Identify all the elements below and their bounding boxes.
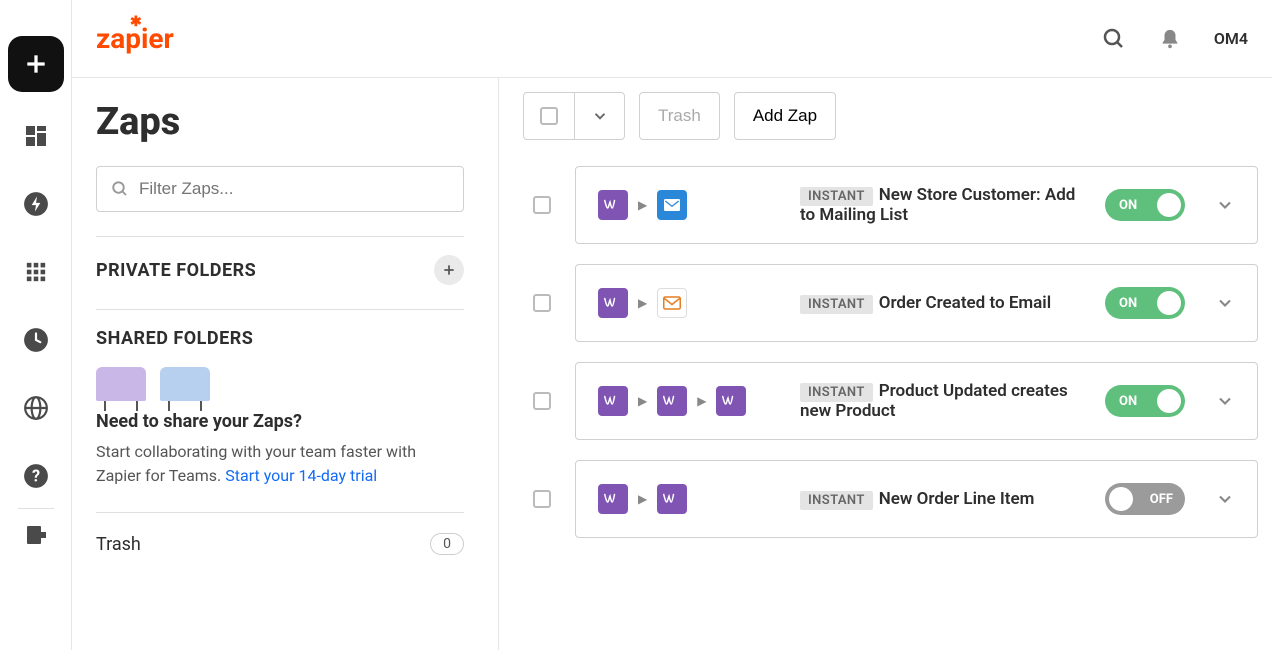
zap-title: INSTANTProduct Updated creates new Produ… xyxy=(800,381,1093,421)
filter-input[interactable] xyxy=(139,179,449,199)
zap-toggle[interactable]: OFF xyxy=(1105,483,1185,515)
toolbar: Trash Add Zap xyxy=(523,92,1258,140)
history-icon[interactable] xyxy=(22,326,50,354)
expand-button[interactable] xyxy=(1215,293,1235,313)
main-content: Trash Add Zap ▶ INSTANTNew Store Customer… xyxy=(499,78,1272,650)
app-chain: ▶ xyxy=(598,484,788,514)
app-icon xyxy=(598,190,628,220)
trash-label: Trash xyxy=(96,534,430,555)
shared-cta-title: Need to share your Zaps? xyxy=(96,411,464,432)
zap-row: ▶▶INSTANTProduct Updated creates new Pro… xyxy=(523,362,1258,440)
trash-count: 0 xyxy=(430,533,464,555)
app-icon xyxy=(657,484,687,514)
apps-icon[interactable] xyxy=(22,258,50,286)
zap-card[interactable]: ▶ INSTANT New Order Line Item OFF xyxy=(575,460,1258,538)
app-chain: ▶ xyxy=(598,288,788,318)
add-folder-button[interactable] xyxy=(434,255,464,285)
trash-row[interactable]: Trash 0 xyxy=(96,533,464,555)
zap-card[interactable]: ▶ INSTANT Order Created to Email ON xyxy=(575,264,1258,342)
shared-illustration xyxy=(96,367,464,401)
zap-row: ▶ INSTANT New Order Line Item OFF xyxy=(523,460,1258,538)
zap-toggle[interactable]: ON xyxy=(1105,385,1185,417)
expand-button[interactable] xyxy=(1215,195,1235,215)
private-folders-heading: PRIVATE FOLDERS xyxy=(96,260,434,281)
zap-title: INSTANT New Order Line Item xyxy=(800,489,1093,509)
instant-badge: INSTANT xyxy=(800,383,873,402)
expand-button[interactable] xyxy=(1215,489,1235,509)
search-button[interactable] xyxy=(1094,19,1134,59)
trash-button[interactable]: Trash xyxy=(639,92,720,140)
app-icon xyxy=(657,288,687,318)
zap-list: ▶ INSTANTNew Store Customer: Add to Maili… xyxy=(523,166,1258,538)
zap-row: ▶ INSTANT Order Created to Email ON xyxy=(523,264,1258,342)
notifications-button[interactable] xyxy=(1150,19,1190,59)
zap-title: INSTANT Order Created to Email xyxy=(800,293,1093,313)
search-icon xyxy=(111,180,129,198)
zap-name: New Order Line Item xyxy=(879,489,1035,509)
arrow-icon: ▶ xyxy=(638,492,647,506)
filter-input-wrapper[interactable] xyxy=(96,166,464,212)
app-icon xyxy=(598,288,628,318)
create-button[interactable] xyxy=(8,36,64,92)
arrow-icon: ▶ xyxy=(638,296,647,310)
logo[interactable]: ✱ zapier xyxy=(96,22,174,55)
start-trial-link[interactable]: Start your 14-day trial xyxy=(225,466,377,485)
zap-row: ▶ INSTANTNew Store Customer: Add to Maili… xyxy=(523,166,1258,244)
expand-button[interactable] xyxy=(1215,391,1235,411)
instant-badge: INSTANT xyxy=(800,187,873,206)
app-icon xyxy=(657,190,687,220)
select-dropdown[interactable] xyxy=(574,93,624,139)
arrow-icon: ▶ xyxy=(697,394,706,408)
user-menu[interactable]: OM4 xyxy=(1214,29,1248,48)
app-icon xyxy=(598,386,628,416)
zap-toggle[interactable]: ON xyxy=(1105,189,1185,221)
zap-checkbox[interactable] xyxy=(533,196,551,214)
app-chain: ▶ xyxy=(598,190,788,220)
explore-icon[interactable] xyxy=(22,394,50,422)
zaps-icon[interactable] xyxy=(22,190,50,218)
zap-toggle[interactable]: ON xyxy=(1105,287,1185,319)
zap-name: Order Created to Email xyxy=(879,293,1051,313)
add-zap-button[interactable]: Add Zap xyxy=(734,92,836,140)
dashboard-icon[interactable] xyxy=(22,122,50,150)
instant-badge: INSTANT xyxy=(800,491,873,510)
instant-badge: INSTANT xyxy=(800,295,873,314)
app-icon xyxy=(716,386,746,416)
rail-divider xyxy=(18,508,54,509)
arrow-icon: ▶ xyxy=(638,198,647,212)
zap-checkbox[interactable] xyxy=(533,294,551,312)
svg-text:?: ? xyxy=(31,466,39,485)
zap-card[interactable]: ▶▶INSTANTProduct Updated creates new Pro… xyxy=(575,362,1258,440)
logo-star-icon: ✱ xyxy=(130,14,142,30)
app-icon xyxy=(598,484,628,514)
page-title: Zaps xyxy=(96,100,464,144)
zap-checkbox[interactable] xyxy=(533,392,551,410)
shared-folders-heading: SHARED FOLDERS xyxy=(96,328,464,349)
side-panel: Zaps PRIVATE FOLDERS SHARED FOLDERS Need… xyxy=(72,78,499,650)
top-header: ✱ zapier OM4 xyxy=(72,0,1272,78)
zap-card[interactable]: ▶ INSTANTNew Store Customer: Add to Maili… xyxy=(575,166,1258,244)
arrow-icon: ▶ xyxy=(638,394,647,408)
help-icon[interactable]: ? xyxy=(22,462,50,490)
divider xyxy=(96,236,464,237)
shared-cta-body: Start collaborating with your team faste… xyxy=(96,440,446,488)
divider xyxy=(96,309,464,310)
app-chain: ▶▶ xyxy=(598,386,788,416)
select-all-checkbox[interactable] xyxy=(524,93,574,139)
app-icon xyxy=(657,386,687,416)
zap-title: INSTANTNew Store Customer: Add to Mailin… xyxy=(800,185,1093,225)
divider xyxy=(96,512,464,513)
left-rail: ? xyxy=(0,0,72,650)
select-all-group xyxy=(523,92,625,140)
logout-icon[interactable] xyxy=(22,521,50,549)
zap-checkbox[interactable] xyxy=(533,490,551,508)
